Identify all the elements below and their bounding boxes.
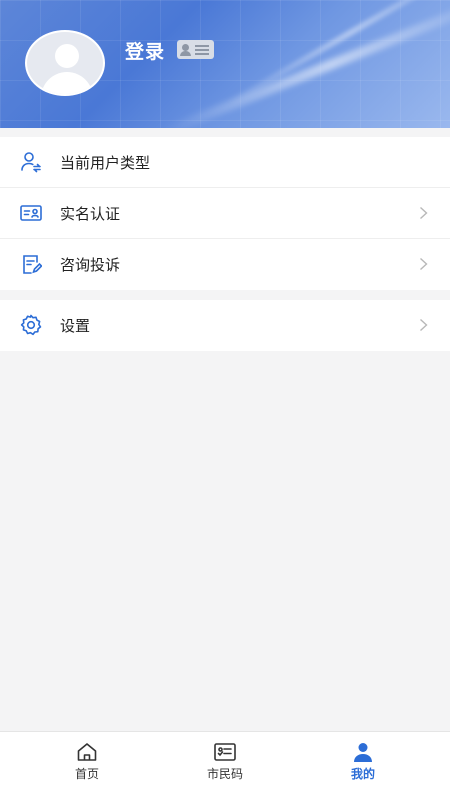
menu-group-account: 当前用户类型 实名认证 咨询投诉: [0, 137, 450, 290]
tab-label: 市民码: [206, 767, 243, 781]
id-card-badge-icon: [177, 40, 214, 59]
edit-doc-icon: [23, 255, 42, 274]
tab-mine[interactable]: 我的: [288, 732, 438, 800]
menu-item-label: 实名认证: [60, 204, 121, 223]
menu-item-consult-complaint[interactable]: 咨询投诉: [0, 239, 450, 290]
menu-group-settings: 设置: [0, 300, 450, 351]
chevron-right-icon: [420, 206, 428, 220]
gear-icon: [20, 314, 42, 336]
menu-item-real-name-auth[interactable]: 实名认证: [0, 188, 450, 239]
chevron-right-icon: [420, 318, 428, 332]
tab-citizen-code[interactable]: 市民码: [150, 732, 300, 800]
menu-item-label: 咨询投诉: [60, 256, 121, 274]
user-type-icon: [21, 152, 41, 173]
tab-home[interactable]: 首页: [12, 732, 162, 800]
bottom-tab-bar: 首页 市民码 我的: [0, 731, 450, 800]
tab-label: 首页: [74, 767, 99, 781]
profile-icon: [354, 743, 372, 762]
menu-item-settings[interactable]: 设置: [0, 300, 450, 351]
chevron-right-icon: [420, 257, 428, 271]
profile-header: 登录: [0, 0, 450, 128]
home-icon: [77, 743, 97, 761]
tab-label: 我的: [350, 767, 375, 781]
citizen-code-icon: [214, 743, 236, 761]
menu-item-label: 设置: [60, 317, 91, 335]
menu-item-label: 当前用户类型: [60, 153, 151, 172]
menu-item-user-type[interactable]: 当前用户类型: [0, 137, 450, 188]
id-card-icon: [20, 205, 42, 221]
avatar[interactable]: [25, 30, 105, 96]
login-link[interactable]: 登录: [125, 37, 165, 64]
